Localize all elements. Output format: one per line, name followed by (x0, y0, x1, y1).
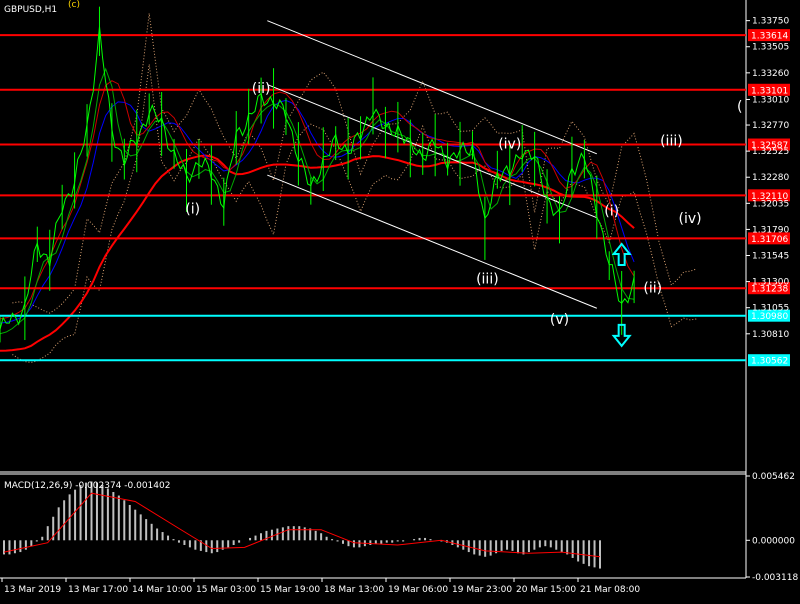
macd-tick-label: -0.003118 (752, 573, 798, 583)
time-tick-label: 14 Mar 10:00 (132, 585, 192, 595)
price-tick-label: 1.30810 (752, 330, 789, 340)
time-axis: 13 Mar 2019 13 Mar 17:00 14 Mar 10:00 15 Ma… (1, 578, 640, 595)
time-tick-label: 20 Mar 15:00 (516, 585, 576, 595)
price-tick-label: 1.31790 (752, 225, 789, 235)
wave-label: (ii) (643, 280, 662, 296)
wave-label: (ii) (252, 81, 271, 97)
price-tick-label: 1.33750 (752, 17, 789, 27)
ichimoku-cloud (12, 13, 697, 364)
price-series (0, 6, 635, 343)
moving-averages (0, 67, 635, 352)
macd-tick-label: 0.005462 (752, 472, 795, 482)
level-price-label: 1.30562 (751, 357, 788, 367)
slow-ma-line (0, 154, 635, 352)
wave-label: (iii) (660, 133, 683, 149)
level-price-label: 1.31706 (751, 235, 788, 245)
price-tick-label: 1.32280 (752, 173, 789, 183)
macd-label: MACD(12,26,9) -0.002374 -0.001402 (4, 481, 170, 491)
level-price-label: 1.33614 (751, 32, 788, 42)
channel-line[interactable] (267, 20, 597, 155)
fast-ma-line-blue (0, 99, 635, 324)
wave-label: (iv) (498, 136, 521, 152)
time-tick-label: 19 Mar 23:00 (452, 585, 512, 595)
price-chart-svg[interactable]: 1.336141.331011.325871.321101.317061.312… (0, 0, 800, 600)
price-tick-label: 1.31300 (752, 278, 789, 288)
price-tick-label: 1.31055 (752, 304, 789, 314)
time-tick-label: 18 Mar 13:00 (324, 585, 384, 595)
descending-channel[interactable] (267, 20, 597, 309)
title-wave-marker: (c) (68, 0, 80, 10)
wave-label: (iii) (476, 272, 499, 288)
time-tick-label: 13 Mar 17:00 (68, 585, 128, 595)
price-tick-label: 1.32035 (752, 199, 789, 209)
elliott-wave-labels: (ii) (i) (iii) (iv) (v) (i) (ii) (iii) (iv) (185, 81, 701, 328)
wave-label: (iv) (678, 211, 701, 227)
price-line (0, 26, 635, 330)
symbol-label: GBPUSD,H1 (4, 5, 57, 15)
time-tick-label: 19 Mar 06:00 (388, 585, 448, 595)
time-tick-label: 13 Mar 2019 (4, 585, 61, 595)
price-tick-label: 1.33505 (752, 43, 789, 53)
horizontal-levels[interactable]: 1.336141.331011.325871.321101.317061.312… (0, 29, 790, 367)
time-tick-label: 15 Mar 19:00 (260, 585, 320, 595)
price-tick-label: 1.32525 (752, 147, 789, 157)
macd-signal-line (3, 492, 601, 558)
price-tick-label: 1.32770 (752, 121, 789, 131)
edge-wave-label: ( (737, 99, 742, 115)
wave-label: (v) (550, 312, 569, 328)
time-tick-label: 21 Mar 08:00 (580, 585, 640, 595)
macd-tick-label: 0.000000 (752, 536, 795, 546)
wave-label: (i) (185, 201, 200, 217)
trading-terminal: 1.33614 1.33101 1.32587 1.32110 1.31706 1.312… (0, 0, 800, 600)
cloud-lower-line (12, 64, 697, 364)
signal-ma-line (0, 67, 635, 335)
time-tick-label: 15 Mar 03:00 (196, 585, 256, 595)
price-tick-label: 1.33010 (752, 95, 789, 105)
price-tick-label: 1.33260 (752, 69, 789, 79)
wave-label: (i) (604, 204, 619, 220)
price-tick-label: 1.31545 (752, 252, 789, 262)
